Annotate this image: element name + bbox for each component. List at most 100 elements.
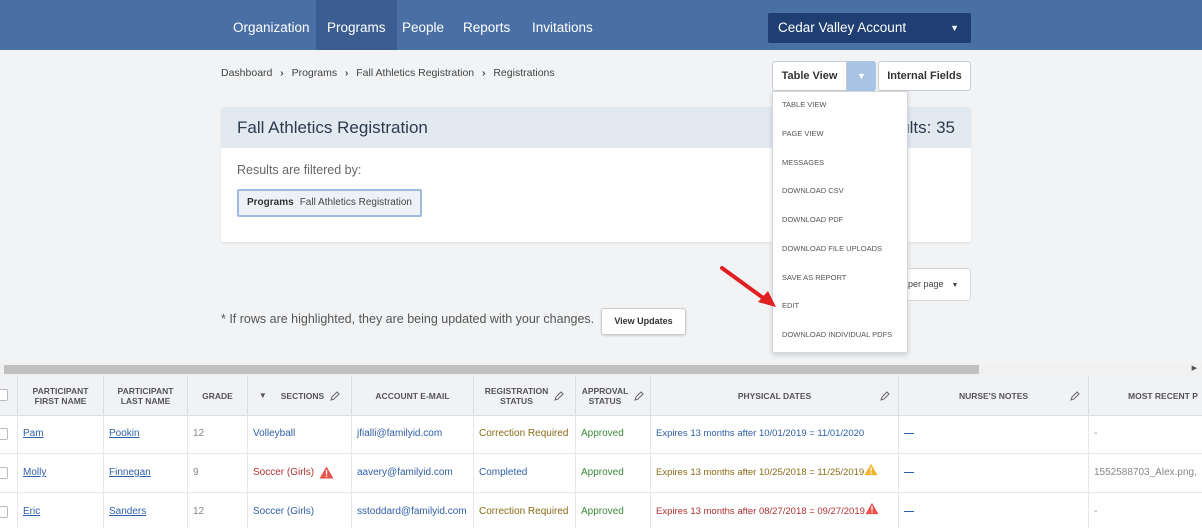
cell-most-recent: - bbox=[1094, 506, 1098, 517]
cell-email: aavery@familyid.com bbox=[352, 454, 474, 492]
cell-approval-status: Approved bbox=[576, 415, 651, 453]
account-label: Cedar Valley Account bbox=[778, 20, 907, 35]
table-row[interactable]: Pam Pookin 12 Volleyball jfialli@familyi… bbox=[0, 415, 1202, 454]
caret-down-icon: ▼ bbox=[951, 282, 959, 289]
menu-item-save-as-report[interactable]: SAVE AS REPORT bbox=[782, 273, 846, 282]
breadcrumb-programs[interactable]: Programs bbox=[292, 67, 338, 79]
caret-down-icon: ▼ bbox=[857, 71, 866, 81]
first-name-link[interactable]: Eric bbox=[23, 506, 40, 517]
cell-registration-status: Completed bbox=[474, 454, 576, 492]
menu-item-page-view[interactable]: PAGE VIEW bbox=[782, 129, 824, 138]
col-appr-l1: APPROVAL bbox=[581, 385, 629, 396]
col-last-name[interactable]: PARTICIPANT LAST NAME bbox=[104, 376, 188, 415]
col-sections-label: SECTIONS bbox=[280, 390, 325, 401]
select-all-header bbox=[0, 376, 18, 415]
per-page-select[interactable]: per page ▼ bbox=[897, 268, 971, 301]
cell-physical-dates: Expires 13 months after 10/25/2018 = 11/… bbox=[651, 454, 899, 492]
col-nurse-notes[interactable]: NURSE'S NOTES bbox=[899, 376, 1089, 415]
sort-desc-icon[interactable]: ▼ bbox=[259, 391, 267, 401]
cell-nurse-notes[interactable]: — bbox=[899, 454, 1089, 492]
breadcrumb: Dashboard › Programs › Fall Athletics Re… bbox=[221, 67, 555, 79]
pencil-icon[interactable] bbox=[880, 391, 890, 401]
menu-item-download-file-uploads[interactable]: DOWNLOAD FILE UPLOADS bbox=[782, 244, 882, 253]
select-all-checkbox[interactable] bbox=[0, 389, 8, 401]
menu-item-edit[interactable]: EDIT bbox=[782, 301, 799, 310]
table-header: PARTICIPANT FIRST NAME PARTICIPANT LAST NA… bbox=[0, 376, 1202, 416]
cell-last-name: Pookin bbox=[104, 415, 188, 453]
col-registration-status[interactable]: REGISTRATION STATUS bbox=[474, 376, 576, 415]
caret-down-icon: ▼ bbox=[950, 23, 959, 33]
table-view-button[interactable]: Table View bbox=[772, 61, 847, 91]
physical-dates-text: Expires 13 months after 08/27/2018 = 09/… bbox=[656, 506, 865, 517]
cell-email: sstoddard@familyid.com bbox=[352, 493, 474, 528]
menu-item-download-csv[interactable]: DOWNLOAD CSV bbox=[782, 186, 844, 195]
view-updates-button[interactable]: View Updates bbox=[601, 308, 686, 335]
pencil-icon[interactable] bbox=[1070, 391, 1080, 401]
col-first-name-l2: FIRST NAME bbox=[34, 395, 87, 406]
pencil-icon[interactable] bbox=[330, 390, 340, 401]
view-dropdown-toggle[interactable]: ▼ bbox=[847, 61, 876, 91]
breadcrumb-registrations: Registrations bbox=[493, 67, 555, 79]
col-last-name-l1: PARTICIPANT bbox=[117, 385, 174, 396]
cell-last-name: Sanders bbox=[104, 493, 188, 528]
cell-first-name: Molly bbox=[18, 454, 104, 492]
per-page-label: per page bbox=[908, 279, 944, 289]
col-account-email[interactable]: ACCOUNT E-MAIL bbox=[352, 376, 474, 415]
cell-grade: 12 bbox=[188, 493, 248, 528]
row-checkbox[interactable] bbox=[0, 428, 8, 440]
col-most-recent[interactable]: MOST RECENT P bbox=[1089, 376, 1202, 415]
nav-invitations[interactable]: Invitations bbox=[521, 0, 604, 50]
first-name-link[interactable]: Pam bbox=[23, 428, 44, 439]
col-physical-dates[interactable]: PHYSICAL DATES bbox=[651, 376, 899, 415]
last-name-link[interactable]: Pookin bbox=[109, 428, 140, 439]
col-reg-l1: REGISTRATION bbox=[484, 385, 549, 396]
filter-chip-value: Fall Athletics Registration bbox=[299, 197, 412, 208]
nav-reports[interactable]: Reports bbox=[452, 0, 521, 50]
col-first-name-l1: PARTICIPANT bbox=[32, 385, 89, 396]
nav-programs[interactable]: Programs bbox=[316, 0, 397, 50]
table-row[interactable]: Molly Finnegan 9 Soccer (Girls) aavery@f… bbox=[0, 454, 1202, 493]
row-checkbox[interactable] bbox=[0, 506, 8, 518]
menu-item-messages[interactable]: MESSAGES bbox=[782, 158, 824, 167]
internal-fields-button[interactable]: Internal Fields bbox=[878, 61, 971, 91]
nav-organization[interactable]: Organization bbox=[222, 0, 321, 50]
col-approval-status[interactable]: APPROVAL STATUS bbox=[576, 376, 651, 415]
view-dropdown-menu: TABLE VIEW PAGE VIEW MESSAGES DOWNLOAD C… bbox=[772, 91, 908, 353]
account-selector[interactable]: Cedar Valley Account ▼ bbox=[768, 13, 971, 43]
warning-icon bbox=[865, 502, 879, 515]
row-select-cell bbox=[0, 454, 18, 492]
menu-item-download-individual-pdfs[interactable]: DOWNLOAD INDIVIDUAL PDFS bbox=[782, 330, 892, 339]
results-count: ults: 35 bbox=[900, 118, 955, 137]
pencil-icon[interactable] bbox=[634, 390, 645, 401]
cell-section: Volleyball bbox=[248, 415, 352, 453]
horizontal-scrollbar[interactable]: ▶ bbox=[0, 363, 1202, 376]
filter-chip[interactable]: Programs Fall Athletics Registration bbox=[237, 189, 422, 217]
cell-section: Soccer (Girls) bbox=[248, 493, 352, 528]
table-row[interactable]: Eric Sanders 12 Soccer (Girls) sstoddard… bbox=[0, 493, 1202, 528]
physical-dates-text: Expires 13 months after 10/25/2018 = 11/… bbox=[656, 467, 865, 478]
top-nav: Organization Programs People Reports Inv… bbox=[0, 0, 1202, 50]
cell-nurse-notes[interactable]: — bbox=[899, 415, 1089, 453]
nav-people[interactable]: People bbox=[391, 0, 455, 50]
highlight-note: * If rows are highlighted, they are bein… bbox=[221, 312, 595, 326]
first-name-link[interactable]: Molly bbox=[23, 467, 46, 478]
registrations-table: PARTICIPANT FIRST NAME PARTICIPANT LAST NA… bbox=[0, 376, 1202, 528]
breadcrumb-dashboard[interactable]: Dashboard bbox=[221, 67, 272, 79]
warning-icon bbox=[319, 466, 334, 479]
scrollbar-thumb[interactable] bbox=[4, 365, 979, 374]
scroll-right-icon[interactable]: ▶ bbox=[1192, 364, 1197, 372]
menu-item-table-view[interactable]: TABLE VIEW bbox=[782, 100, 826, 109]
col-nurse-label: NURSE'S NOTES bbox=[958, 390, 1029, 401]
row-checkbox[interactable] bbox=[0, 467, 8, 479]
col-first-name[interactable]: PARTICIPANT FIRST NAME bbox=[18, 376, 104, 415]
chevron-right-icon: › bbox=[280, 68, 284, 79]
cell-nurse-notes[interactable]: — bbox=[899, 493, 1089, 528]
menu-item-download-pdf[interactable]: DOWNLOAD PDF bbox=[782, 215, 843, 224]
last-name-link[interactable]: Sanders bbox=[109, 506, 146, 517]
filter-chip-key: Programs bbox=[247, 197, 294, 208]
pencil-icon[interactable] bbox=[554, 390, 565, 401]
col-grade[interactable]: GRADE bbox=[188, 376, 248, 415]
col-sections[interactable]: ▼ SECTIONS bbox=[248, 376, 352, 415]
breadcrumb-program[interactable]: Fall Athletics Registration bbox=[356, 67, 474, 79]
last-name-link[interactable]: Finnegan bbox=[109, 467, 151, 478]
